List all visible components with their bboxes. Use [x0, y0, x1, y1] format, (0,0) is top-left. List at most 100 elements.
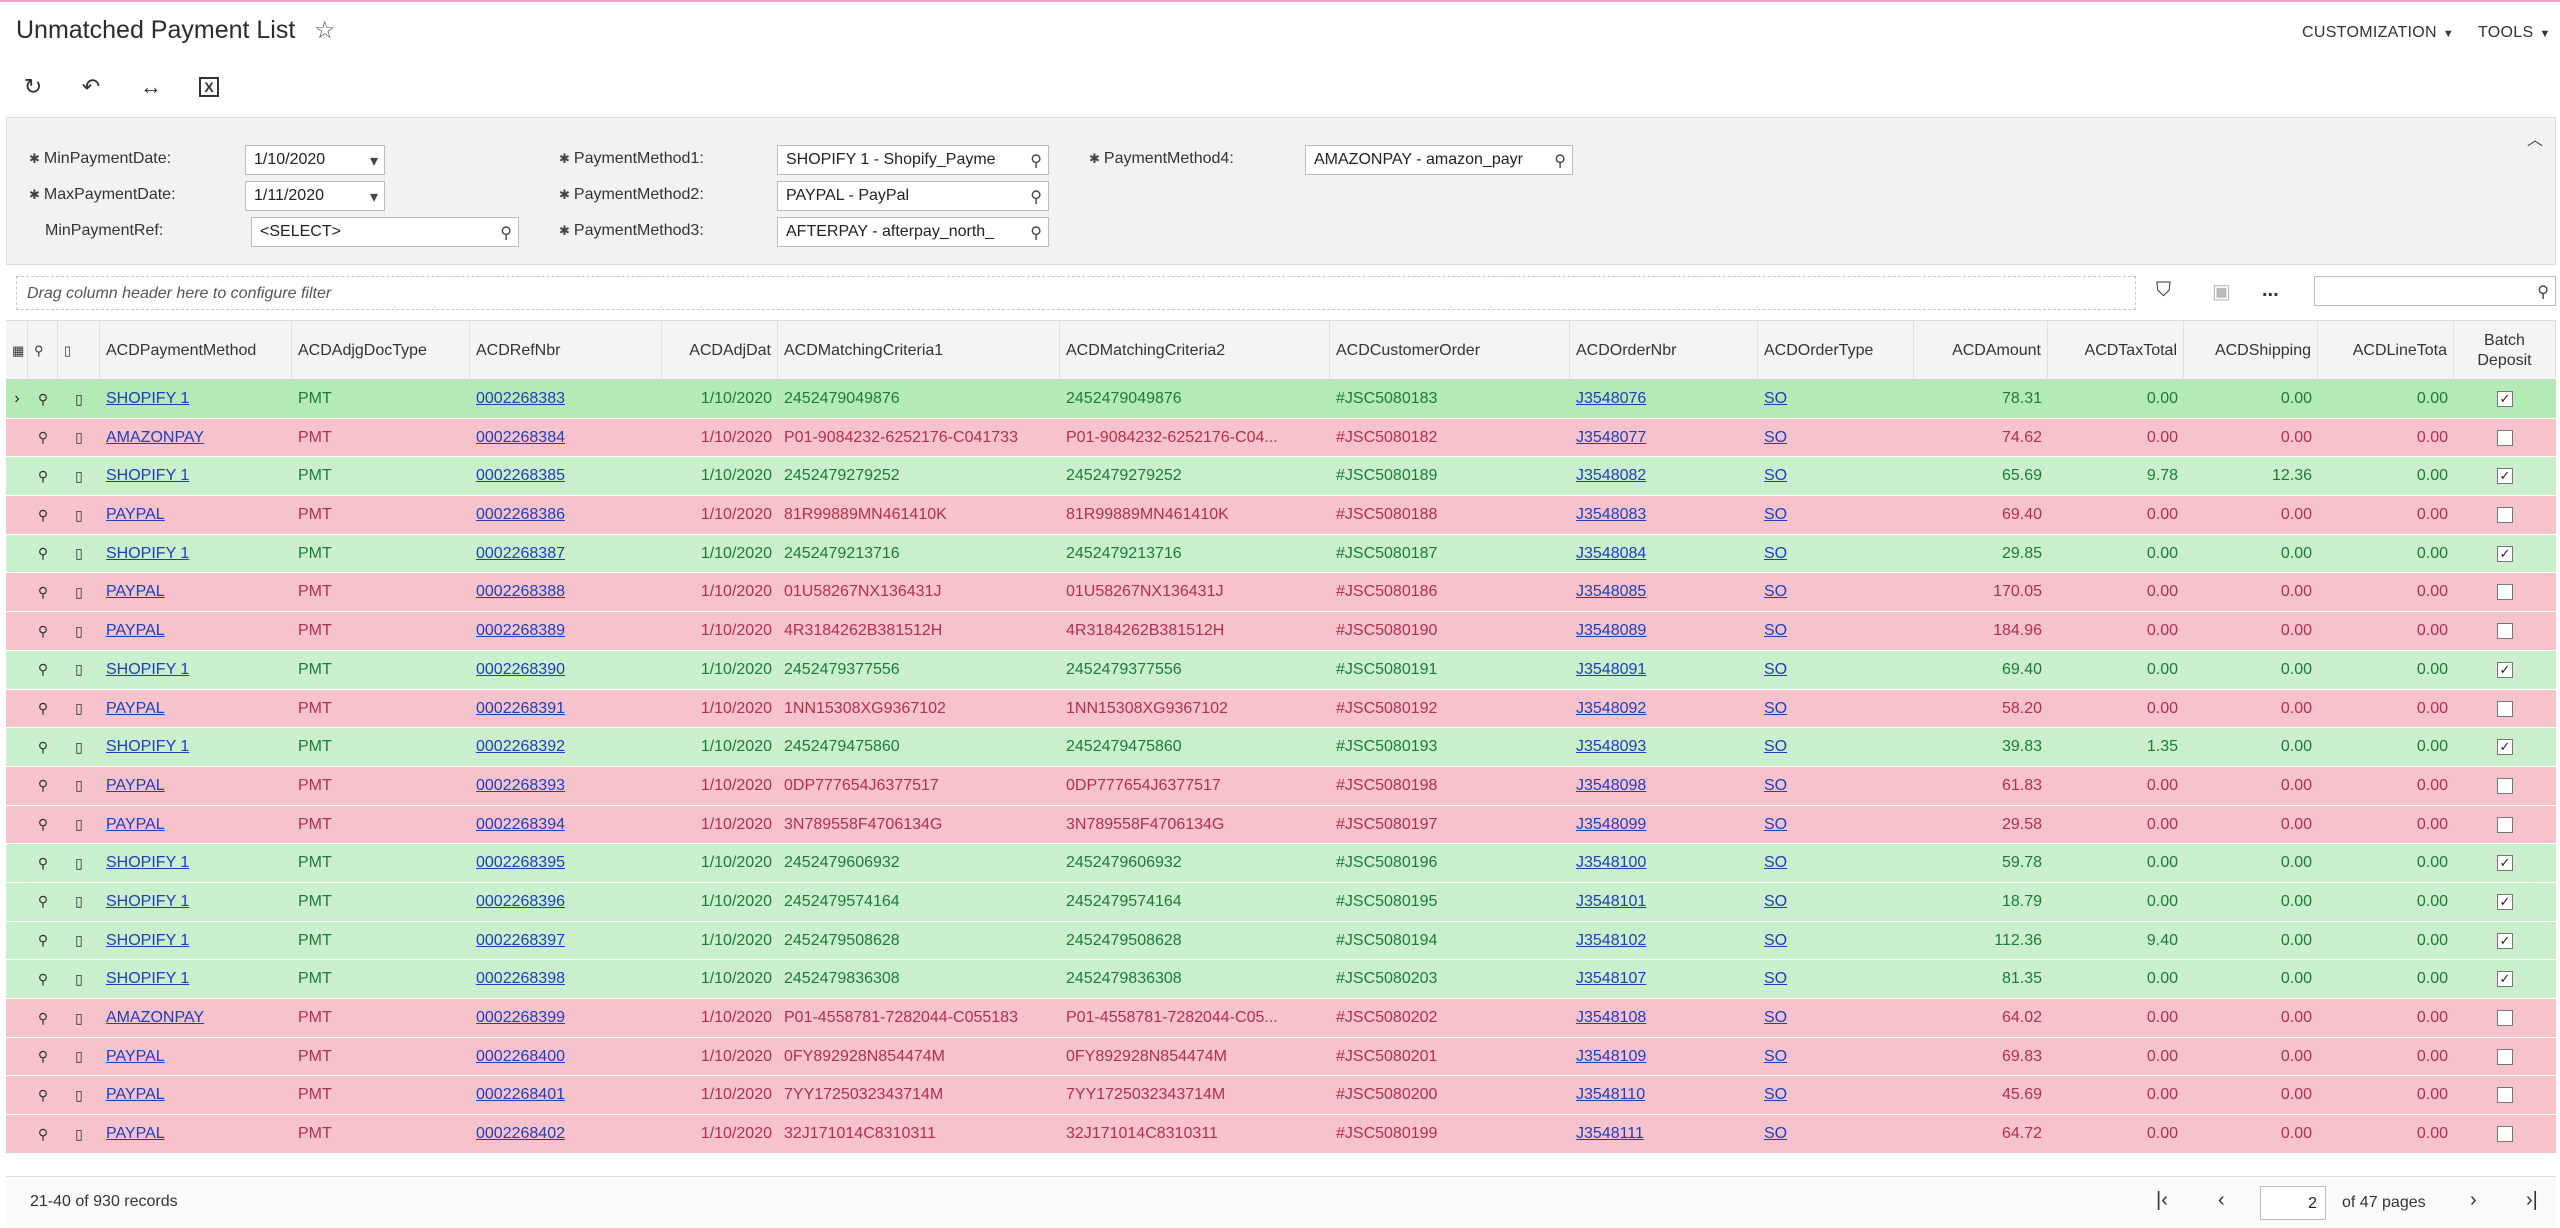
cell-order-type-value[interactable]: SO — [1764, 777, 1787, 795]
cell-order-nbr[interactable]: J3548107 — [1570, 960, 1758, 998]
payment-method1-input[interactable]: SHOPIFY 1 - Shopify_Payme ⚲ — [777, 145, 1049, 175]
batch-deposit-checkbox[interactable] — [2454, 612, 2556, 650]
cell-order-type-value[interactable]: SO — [1764, 390, 1787, 408]
table-row[interactable]: ⚲ ▯ PAYPAL PMT 0002268386 1/10/2020 81R99889MN… — [6, 496, 2556, 535]
cell-payment-method-value[interactable]: SHOPIFY 1 — [106, 467, 189, 485]
cell-payment-method[interactable]: PAYPAL — [100, 496, 292, 534]
excel-export-icon[interactable]: X — [192, 70, 226, 104]
cell-order-type[interactable]: SO — [1758, 612, 1914, 650]
batch-deposit-checkbox[interactable] — [2454, 690, 2556, 728]
row-selector[interactable] — [6, 999, 28, 1037]
table-row[interactable]: ⚲ ▯ AMAZONPAY PMT 0002268384 1/10/2020 P01-908… — [6, 418, 2556, 458]
cell-order-nbr-value[interactable]: J3548084 — [1576, 545, 1646, 563]
settings-column-icon[interactable]: ▦ — [6, 321, 28, 381]
customization-menu[interactable]: CUSTOMIZATION ▼ — [2302, 24, 2454, 42]
collapse-icon[interactable]: ︿ — [2527, 126, 2543, 150]
table-row[interactable]: ⚲ ▯ SHOPIFY 1 PMT 0002268385 1/10/2020 2452479… — [6, 457, 2556, 497]
attachment-icon[interactable]: ⚲ — [28, 922, 58, 960]
cell-order-type-value[interactable]: SO — [1764, 700, 1787, 718]
batch-deposit-checkbox[interactable]: ✓ — [2454, 651, 2556, 689]
col-tax-total[interactable]: ACDTaxTotal — [2048, 321, 2184, 381]
note-icon[interactable]: ▯ — [58, 457, 100, 495]
checkbox-unchecked-icon[interactable] — [2497, 816, 2513, 833]
attachment-icon[interactable]: ⚲ — [28, 767, 58, 805]
cell-order-nbr-value[interactable]: J3548077 — [1576, 429, 1646, 447]
row-selector[interactable] — [6, 767, 28, 805]
cell-order-nbr[interactable]: J3548076 — [1570, 380, 1758, 418]
cell-order-nbr[interactable]: J3548089 — [1570, 612, 1758, 650]
cell-order-nbr-value[interactable]: J3548076 — [1576, 390, 1646, 408]
cell-ref-nbr-value[interactable]: 0002268400 — [476, 1048, 565, 1066]
cell-ref-nbr[interactable]: 0002268399 — [470, 999, 662, 1037]
table-row[interactable]: ⚲ ▯ PAYPAL PMT 0002268394 1/10/2020 3N789558F4… — [6, 805, 2556, 845]
first-page-icon[interactable]: |‹ — [2156, 1189, 2168, 1212]
cell-ref-nbr[interactable]: 0002268389 — [470, 612, 662, 650]
cell-payment-method[interactable]: SHOPIFY 1 — [100, 728, 292, 766]
tools-menu[interactable]: TOOLS ▼ — [2478, 24, 2551, 42]
row-selector[interactable] — [6, 728, 28, 766]
cell-payment-method-value[interactable]: PAYPAL — [106, 506, 165, 524]
cell-ref-nbr[interactable]: 0002268393 — [470, 767, 662, 805]
checkbox-checked-icon[interactable]: ✓ — [2497, 545, 2513, 562]
cell-ref-nbr-value[interactable]: 0002268386 — [476, 506, 565, 524]
table-row[interactable]: › ⚲ ▯ SHOPIFY 1 PMT 0002268383 1/10/2020 245247… — [6, 380, 2556, 419]
cell-order-nbr[interactable]: J3548092 — [1570, 690, 1758, 728]
cell-ref-nbr-value[interactable]: 0002268397 — [476, 932, 565, 950]
checkbox-checked-icon[interactable]: ✓ — [2497, 893, 2513, 910]
cell-ref-nbr[interactable]: 0002268385 — [470, 457, 662, 495]
cell-ref-nbr-value[interactable]: 0002268388 — [476, 583, 565, 601]
col-shipping[interactable]: ACDShipping — [2184, 321, 2318, 381]
note-icon[interactable]: ▯ — [58, 496, 100, 534]
attachment-icon[interactable]: ⚲ — [28, 651, 58, 689]
last-page-icon[interactable]: ›| — [2526, 1189, 2538, 1212]
cell-order-nbr[interactable]: J3548084 — [1570, 535, 1758, 573]
cell-payment-method[interactable]: AMAZONPAY — [100, 419, 292, 457]
favorite-star-icon[interactable]: ☆ — [314, 16, 336, 45]
row-selector[interactable] — [6, 1038, 28, 1076]
table-row[interactable]: ⚲ ▯ PAYPAL PMT 0002268400 1/10/2020 0FY892928N… — [6, 1037, 2556, 1077]
cell-order-nbr[interactable]: J3548109 — [1570, 1038, 1758, 1076]
batch-deposit-checkbox[interactable] — [2454, 806, 2556, 844]
batch-deposit-checkbox[interactable]: ✓ — [2454, 457, 2556, 495]
table-row[interactable]: ⚲ ▯ AMAZONPAY PMT 0002268399 1/10/2020 P01-455… — [6, 999, 2556, 1038]
row-selector[interactable] — [6, 883, 28, 921]
more-options-icon[interactable]: ... — [2262, 279, 2279, 302]
table-row[interactable]: ⚲ ▯ PAYPAL PMT 0002268393 1/10/2020 0DP777654J… — [6, 766, 2556, 806]
cell-ref-nbr-value[interactable]: 0002268394 — [476, 816, 565, 834]
attachment-icon[interactable]: ⚲ — [28, 573, 58, 611]
cell-ref-nbr-value[interactable]: 0002268384 — [476, 429, 565, 447]
dropdown-icon[interactable]: ▾ — [367, 187, 378, 207]
cell-ref-nbr[interactable]: 0002268383 — [470, 380, 662, 418]
cell-order-type[interactable]: SO — [1758, 573, 1914, 611]
row-selector[interactable] — [6, 960, 28, 998]
table-row[interactable]: ⚲ ▯ PAYPAL PMT 0002268391 1/10/2020 1NN15308XG… — [6, 689, 2556, 729]
col-ref-nbr[interactable]: ACDRefNbr — [470, 321, 662, 381]
cell-order-nbr-value[interactable]: J3548108 — [1576, 1009, 1646, 1027]
cell-payment-method-value[interactable]: SHOPIFY 1 — [106, 545, 189, 563]
cell-ref-nbr-value[interactable]: 0002268385 — [476, 467, 565, 485]
cell-payment-method[interactable]: PAYPAL — [100, 612, 292, 650]
batch-deposit-checkbox[interactable] — [2454, 496, 2556, 534]
cell-ref-nbr[interactable]: 0002268394 — [470, 806, 662, 844]
cell-order-type[interactable]: SO — [1758, 535, 1914, 573]
checkbox-unchecked-icon[interactable] — [2497, 623, 2513, 640]
note-icon[interactable]: ▯ — [58, 690, 100, 728]
table-row[interactable]: ⚲ ▯ PAYPAL PMT 0002268388 1/10/2020 01U58267NX… — [6, 573, 2556, 613]
row-selector[interactable] — [6, 651, 28, 689]
note-icon[interactable]: ▯ — [58, 728, 100, 766]
cell-ref-nbr[interactable]: 0002268386 — [470, 496, 662, 534]
cell-ref-nbr[interactable]: 0002268384 — [470, 419, 662, 457]
attachment-icon[interactable]: ⚲ — [28, 883, 58, 921]
cell-order-type-value[interactable]: SO — [1764, 583, 1787, 601]
cell-payment-method[interactable]: SHOPIFY 1 — [100, 883, 292, 921]
cell-order-type[interactable]: SO — [1758, 1076, 1914, 1114]
cell-order-nbr-value[interactable]: J3548093 — [1576, 738, 1646, 756]
col-line-total[interactable]: ACDLineTota — [2318, 321, 2454, 381]
cell-ref-nbr-value[interactable]: 0002268383 — [476, 390, 565, 408]
cell-payment-method-value[interactable]: PAYPAL — [106, 622, 165, 640]
note-icon[interactable]: ▯ — [58, 419, 100, 457]
cell-order-nbr-value[interactable]: J3548107 — [1576, 970, 1646, 988]
checkbox-unchecked-icon[interactable] — [2497, 429, 2513, 446]
cell-order-type[interactable]: SO — [1758, 844, 1914, 882]
checkbox-unchecked-icon[interactable] — [2497, 584, 2513, 601]
